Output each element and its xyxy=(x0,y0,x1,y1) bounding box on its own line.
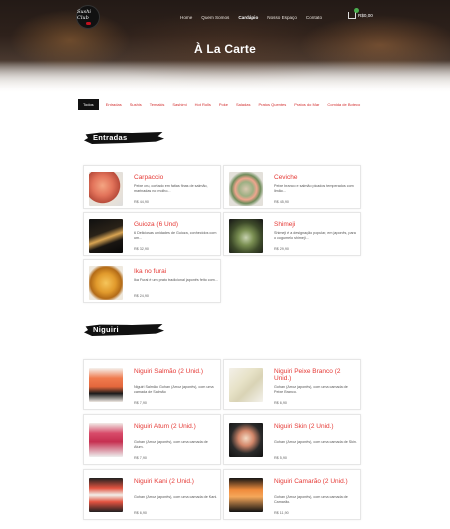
menu-item-card[interactable]: Niguiri Kani (2 Unid.) Gohan (Arroz japo… xyxy=(83,469,221,520)
logo-text: Sushi Club xyxy=(77,9,92,21)
filter-comida-de-boteco[interactable]: Comida de Boteco xyxy=(327,102,360,107)
dish-photo xyxy=(229,478,263,512)
dish-description: Shimeji é a designação popular, em japon… xyxy=(274,231,356,240)
cart-icon xyxy=(348,8,359,19)
menu-item-card[interactable]: Niguiri Atum (2 Unid.) Gohan (Arroz japo… xyxy=(83,414,221,465)
menu-item-card[interactable]: Niguiri Skin (2 Unid.) Gohan (Arroz japo… xyxy=(223,414,361,465)
dish-photo xyxy=(89,478,123,512)
dish-price: R$ 7,90 xyxy=(134,401,147,405)
nav-nosso-espaco[interactable]: Nosso Espaço xyxy=(267,15,297,20)
menu-item-card[interactable]: Guioza (6 Und) 6 Deliciosas unidades de … xyxy=(83,212,221,256)
dish-price: R$ 6,90 xyxy=(274,401,287,405)
filter-hot-rolls[interactable]: Hot Rolls xyxy=(195,102,211,107)
section-header-entradas: Entradas xyxy=(84,130,164,146)
dish-title: Niguiri Skin (2 Unid.) xyxy=(274,423,334,430)
dish-description: Peixe branco e salmão picados temperados… xyxy=(274,184,354,193)
filter-temakis[interactable]: Temakis xyxy=(150,102,165,107)
filter-entradas[interactable]: Entradas xyxy=(106,102,122,107)
dish-description: Gohan (Arroz japonês), com uma camada de… xyxy=(274,495,348,504)
dish-description: 6 Deliciosas unidades de Guioza, conheci… xyxy=(134,231,217,240)
menu-item-card[interactable]: Ceviche Peixe branco e salmão picados te… xyxy=(223,165,361,209)
logo-accent-icon xyxy=(85,22,91,25)
dish-price: R$ 5,90 xyxy=(274,456,287,460)
dish-photo xyxy=(89,172,123,206)
dish-title: Niguiri Salmão (2 Unid.) xyxy=(134,368,203,375)
dish-description: Niguiri Salmão Gohan (Arroz japonês), co… xyxy=(134,385,214,394)
cart-button[interactable]: R$0,00 xyxy=(348,8,373,19)
cart-total: R$0,00 xyxy=(358,13,373,18)
menu-item-card[interactable]: Shimeji Shimeji é a designação popular, … xyxy=(223,212,361,256)
dish-title: Niguiri Peixe Branco (2 Unid.) xyxy=(274,368,341,382)
nav-quem-somos[interactable]: Quem Somos xyxy=(201,15,229,20)
dish-title: Niguiri Atum (2 Unid.) xyxy=(134,423,196,430)
dish-price: R$ 24,90 xyxy=(134,294,149,298)
dish-description: Gohan (Arroz japonês), com uma camada de… xyxy=(134,440,208,449)
dish-description: Peixe cru, cortado em fatias finas de sa… xyxy=(134,184,208,193)
dish-title: Niguiri Camarão (2 Unid.) xyxy=(274,478,348,485)
dish-photo xyxy=(229,219,263,253)
dish-title: Ika no furai xyxy=(134,268,167,275)
dish-photo xyxy=(89,266,123,300)
filter-pratos-quentes[interactable]: Pratos Quentes xyxy=(258,102,286,107)
dish-photo xyxy=(89,423,123,457)
menu-item-card[interactable]: Ika no furai Ika Furai é um prato tradic… xyxy=(83,259,221,303)
category-filters: Todos Entradas Sushis Temakis Sashimi Ho… xyxy=(78,99,368,110)
dish-price: R$ 45,90 xyxy=(274,200,289,204)
dish-price: R$ 32,90 xyxy=(134,247,149,251)
dish-description: Gohan (Arroz japonês), com uma camada de… xyxy=(274,440,358,444)
dish-photo xyxy=(229,368,263,402)
dish-price: R$ 44,90 xyxy=(134,200,149,204)
hero-fade xyxy=(0,60,450,92)
dish-description: Ika Furai é um prato tradicional japonês… xyxy=(134,278,218,282)
dish-description: Gohan (Arroz japonês), com uma camada de… xyxy=(134,495,218,499)
filter-saladas[interactable]: Saladas xyxy=(236,102,250,107)
dish-price: R$ 7,90 xyxy=(134,456,147,460)
section-title: Entradas xyxy=(93,133,128,142)
nav-contato[interactable]: Contato xyxy=(306,15,322,20)
menu-item-card[interactable]: Niguiri Camarão (2 Unid.) Gohan (Arroz j… xyxy=(223,469,361,520)
filter-poke[interactable]: Poke xyxy=(219,102,228,107)
main-nav: Home Quem Somos Cardápio Nosso Espaço Co… xyxy=(180,15,331,20)
filter-todos[interactable]: Todos xyxy=(78,99,99,110)
dish-price: R$ 11,90 xyxy=(274,511,289,515)
dish-title: Shimeji xyxy=(274,221,296,228)
filter-sashimi[interactable]: Sashimi xyxy=(172,102,186,107)
cart-badge xyxy=(354,8,359,13)
filter-pratos-do-mar[interactable]: Pratos do Mar xyxy=(294,102,319,107)
dish-photo xyxy=(89,368,123,402)
dish-photo xyxy=(229,172,263,206)
menu-item-card[interactable]: Niguiri Salmão (2 Unid.) Niguiri Salmão … xyxy=(83,359,221,410)
dish-title: Ceviche xyxy=(274,174,298,181)
section-header-niguiri: Niguiri xyxy=(84,322,164,338)
dish-price: R$ 29,90 xyxy=(274,247,289,251)
logo[interactable]: Sushi Club xyxy=(76,5,100,29)
nav-cardapio[interactable]: Cardápio xyxy=(238,15,258,20)
dish-title: Carpaccio xyxy=(134,174,164,181)
dish-description: Gohan (Arroz japonês), com uma camada de… xyxy=(274,385,348,394)
dish-photo xyxy=(89,219,123,253)
dish-price: R$ 6,90 xyxy=(134,511,147,515)
menu-item-card[interactable]: Carpaccio Peixe cru, cortado em fatias f… xyxy=(83,165,221,209)
dish-photo xyxy=(229,423,263,457)
page-title: À La Carte xyxy=(193,42,257,56)
nav-home[interactable]: Home xyxy=(180,15,192,20)
dish-title: Niguiri Kani (2 Unid.) xyxy=(134,478,194,485)
dish-title: Guioza (6 Und) xyxy=(134,221,179,228)
filter-sushis[interactable]: Sushis xyxy=(130,102,142,107)
menu-item-card[interactable]: Niguiri Peixe Branco (2 Unid.) Gohan (Ar… xyxy=(223,359,361,410)
section-title: Niguiri xyxy=(93,325,119,334)
